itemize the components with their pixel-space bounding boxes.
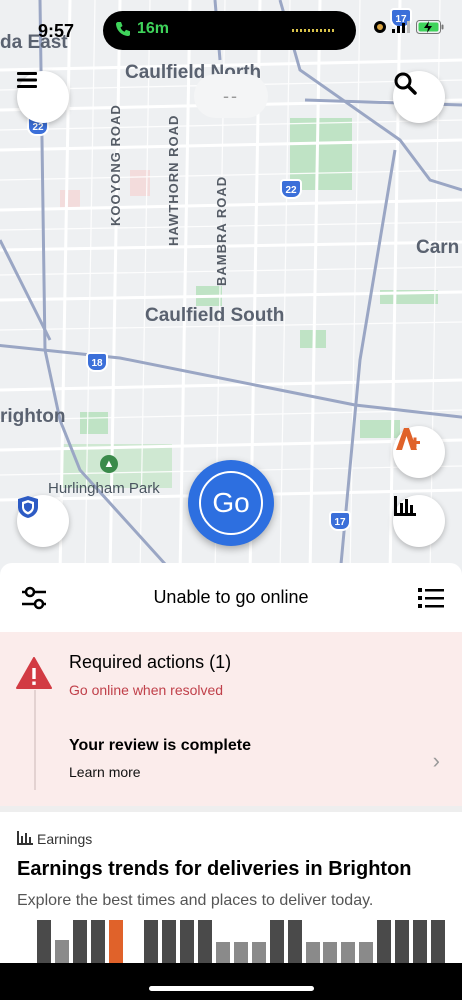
dynamic-island[interactable]: 16m bbox=[103, 11, 356, 50]
search-icon bbox=[394, 72, 417, 95]
home-indicator[interactable] bbox=[149, 986, 314, 991]
earnings-insights-button[interactable] bbox=[393, 495, 445, 547]
active-call-indicator: 16m bbox=[115, 20, 169, 38]
go-online-button[interactable]: Go bbox=[188, 460, 274, 546]
uber-pro-button[interactable] bbox=[393, 426, 445, 478]
road-label-bambra: BAMBRA ROAD bbox=[214, 175, 229, 286]
route-shield: 18 bbox=[86, 352, 108, 372]
earnings-bar bbox=[162, 920, 177, 963]
learn-more-link[interactable]: Learn more bbox=[69, 764, 141, 780]
required-actions-panel[interactable]: Required actions (1) Go online when reso… bbox=[0, 632, 462, 806]
sheet-title: Unable to go online bbox=[153, 587, 309, 607]
bottom-sheet: Unable to go online Required actions (1)… bbox=[0, 563, 462, 963]
home-indicator-area bbox=[0, 963, 462, 1000]
safety-toolkit-button[interactable] bbox=[17, 495, 69, 547]
earnings-bar bbox=[198, 920, 213, 963]
earnings-bar bbox=[108, 920, 123, 963]
earnings-label: Earnings bbox=[37, 831, 93, 847]
map-label-caulfield-south: Caulfield South bbox=[145, 305, 285, 326]
required-actions-subtitle: Go online when resolved bbox=[69, 682, 224, 698]
earnings-title: Earnings trends for deliveries in Bright… bbox=[17, 858, 412, 880]
bar-chart-icon bbox=[394, 496, 416, 516]
road-label-hawthorn: HAWTHORN ROAD bbox=[166, 114, 181, 246]
earnings-bar bbox=[287, 920, 302, 963]
route-shield: 22 bbox=[280, 179, 302, 199]
section-divider bbox=[0, 806, 462, 812]
earnings-bar bbox=[72, 920, 87, 963]
earnings-bar bbox=[37, 920, 51, 963]
earnings-bar bbox=[90, 920, 105, 963]
earnings-subtitle: Explore the best times and places to del… bbox=[17, 892, 374, 909]
earnings-bar bbox=[359, 942, 374, 963]
earnings-trend-chart[interactable] bbox=[37, 920, 445, 963]
map-label-brighton: righton bbox=[0, 406, 66, 427]
trip-list-button[interactable] bbox=[418, 587, 444, 614]
road-label-kooyong: KOOYONG ROAD bbox=[108, 104, 123, 226]
phone-icon bbox=[116, 22, 130, 36]
map-status-pill: -- bbox=[194, 74, 268, 118]
earnings-bar bbox=[180, 920, 195, 963]
timeline-line bbox=[34, 690, 36, 790]
map-view[interactable]: Caulfield North Caulfield South Carn rig… bbox=[0, 0, 462, 575]
pro-status-icon bbox=[396, 428, 420, 450]
park-icon: ▲ bbox=[100, 455, 118, 473]
earnings-bar bbox=[395, 920, 409, 963]
route-shield: 17 bbox=[329, 511, 351, 531]
location-dot-icon bbox=[374, 21, 386, 33]
status-time: 9:57 bbox=[38, 21, 75, 41]
earnings-bar bbox=[251, 942, 266, 963]
shield-icon bbox=[18, 496, 38, 518]
earnings-bar bbox=[341, 942, 356, 963]
earnings-bar bbox=[305, 942, 320, 963]
earnings-bar bbox=[430, 920, 445, 963]
go-label: Go bbox=[199, 471, 263, 535]
audio-wave-icon bbox=[292, 29, 334, 32]
earnings-bar bbox=[377, 920, 392, 963]
earnings-bar bbox=[54, 940, 69, 963]
earnings-bar bbox=[323, 942, 338, 963]
hamburger-icon bbox=[17, 72, 37, 88]
earnings-bar bbox=[216, 942, 230, 963]
menu-button[interactable] bbox=[17, 71, 69, 123]
required-actions-title: Required actions (1) bbox=[69, 652, 232, 672]
review-complete-title: Your review is complete bbox=[69, 737, 251, 754]
list-icon bbox=[418, 588, 444, 608]
call-duration: 16m bbox=[137, 20, 170, 37]
earnings-bar bbox=[412, 920, 427, 963]
map-label-carnegie: Carn bbox=[416, 237, 460, 258]
signal-icon bbox=[392, 21, 410, 33]
status-bar: 9:57 16m bbox=[0, 0, 462, 56]
battery-charging-icon bbox=[416, 20, 444, 34]
map-label-hurlingham-park: Hurlingham Park bbox=[48, 480, 160, 497]
earnings-bar bbox=[269, 920, 284, 963]
warning-icon bbox=[16, 657, 52, 689]
chevron-right-icon[interactable]: › bbox=[433, 748, 440, 774]
earnings-bar bbox=[144, 920, 159, 963]
search-button[interactable] bbox=[393, 71, 445, 123]
earnings-bar bbox=[233, 942, 248, 963]
earnings-chart-icon bbox=[17, 831, 33, 845]
sheet-header: Unable to go online bbox=[0, 563, 462, 631]
